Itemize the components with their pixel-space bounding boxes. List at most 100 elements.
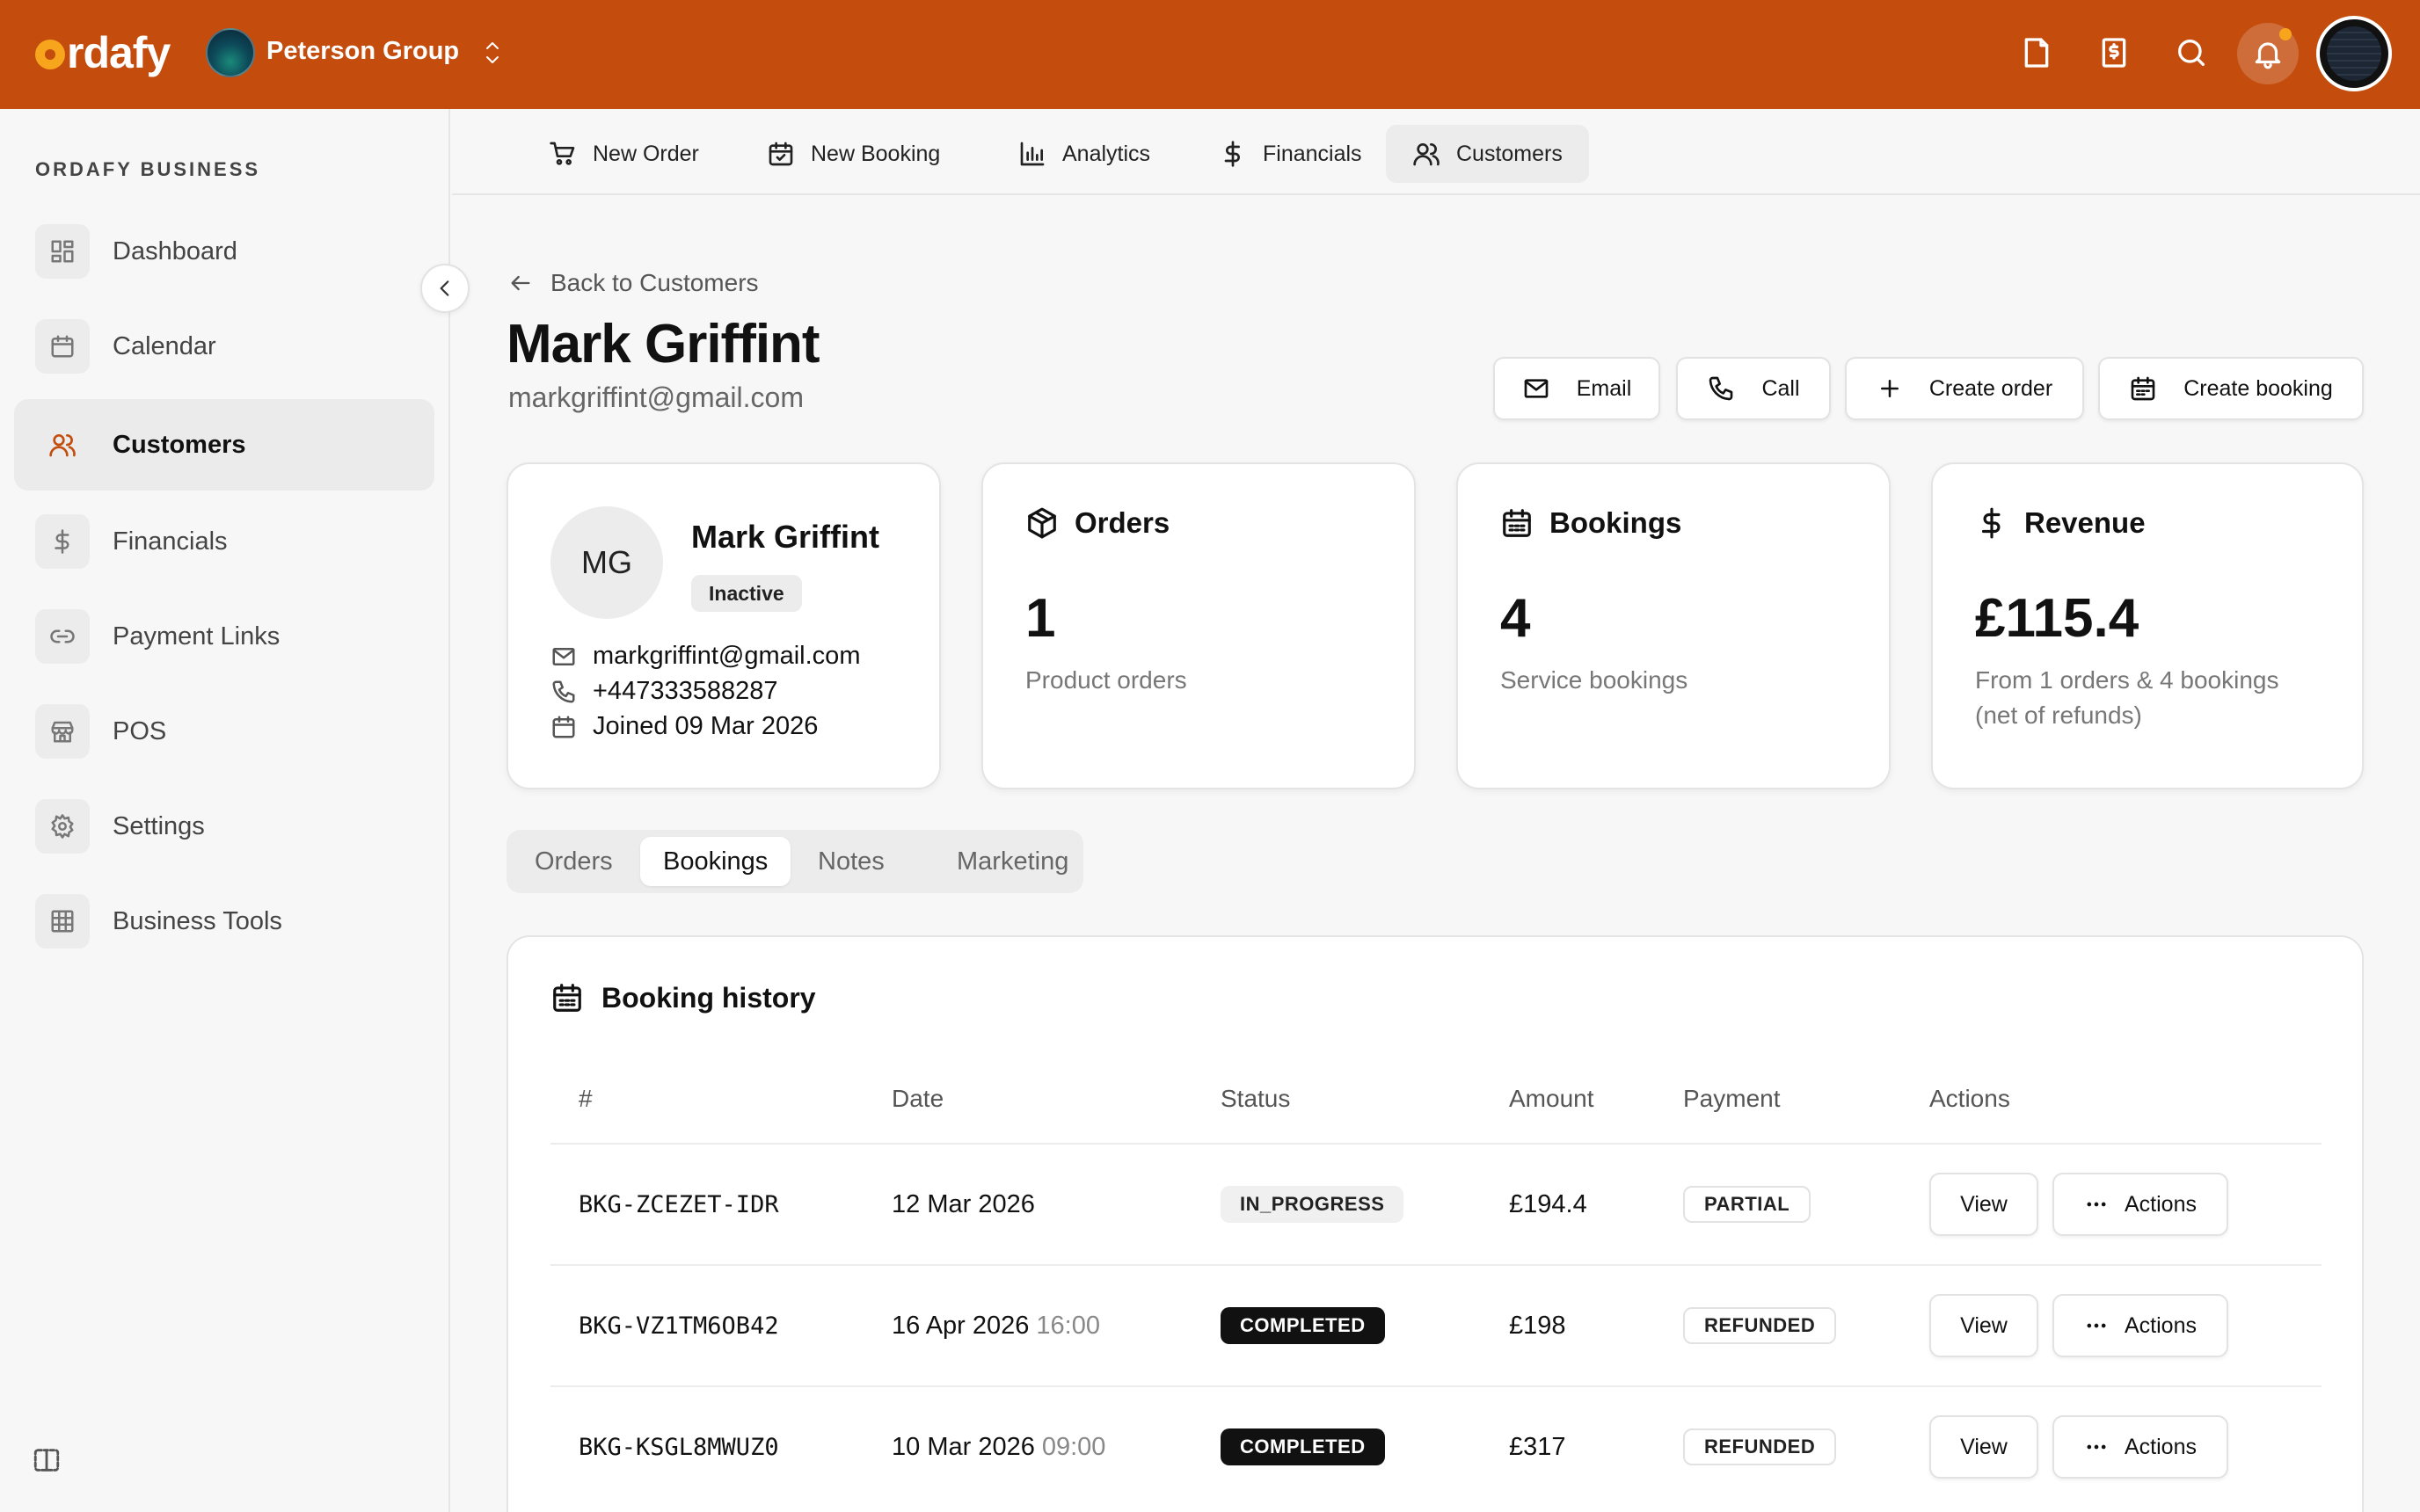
orders-count: 1	[1025, 588, 1056, 649]
users-icon	[35, 418, 90, 472]
sidebar-item-dashboard[interactable]: Dashboard	[14, 206, 434, 297]
booking-amount: £317	[1509, 1432, 1566, 1461]
tab-orders[interactable]: Orders	[512, 837, 636, 886]
revenue-card-title-text: Revenue	[2024, 506, 2146, 539]
subnav-analytics[interactable]: Analytics	[992, 125, 1177, 183]
sidebar-item-label: Business Tools	[113, 906, 282, 935]
sidebar-item-business-tools[interactable]: Business Tools	[14, 876, 434, 967]
org-name[interactable]: Peterson Group	[266, 37, 459, 66]
call-button[interactable]: Call	[1676, 357, 1831, 420]
view-button[interactable]: View	[1929, 1173, 2038, 1236]
row-actions-label: Actions	[2125, 1312, 2197, 1338]
row-actions-button[interactable]: Actions	[2052, 1294, 2228, 1357]
booking-payment: REFUNDED	[1683, 1387, 1837, 1507]
page-subtitle: markgriffint@gmail.com	[508, 382, 804, 413]
view-button-label: View	[1960, 1434, 2008, 1459]
view-button-label: View	[1960, 1312, 2008, 1338]
ordafy-logo[interactable]: rdafy	[35, 25, 171, 81]
chevron-up-down-icon[interactable]	[480, 37, 505, 69]
tab-notes[interactable]: Notes	[795, 837, 908, 886]
dashboard-icon	[35, 224, 90, 279]
revenue-description-line: (net of refunds)	[1975, 701, 2142, 729]
sidebar-item-settings[interactable]: Settings	[14, 781, 434, 872]
logo-mark-icon	[35, 40, 65, 69]
calendar-icon	[1503, 509, 1531, 537]
email-button[interactable]: Email	[1493, 357, 1660, 420]
booking-payment: PARTIAL	[1683, 1145, 1811, 1264]
profile-phone-text: +447333588287	[593, 677, 778, 705]
row-actions-button[interactable]: Actions	[2052, 1173, 2228, 1236]
view-button[interactable]: View	[1929, 1294, 2038, 1357]
user-avatar[interactable]	[2316, 16, 2392, 91]
bell-icon	[2255, 42, 2281, 69]
status-badge: IN_PROGRESS	[1221, 1186, 1404, 1223]
subnav-new-booking[interactable]: New Booking	[740, 125, 966, 183]
profile-phone[interactable]: +447333588287	[550, 677, 777, 706]
booking-id[interactable]: BKG-VZ1TM6OB42	[579, 1266, 779, 1385]
collapse-sidebar-button[interactable]	[420, 264, 470, 313]
booking-history-card: Booking history # Date Status Amount Pay…	[507, 935, 2364, 1512]
subnav-financials[interactable]: Financials	[1192, 125, 1389, 183]
document-icon[interactable]	[2015, 32, 2058, 74]
tab-marketing[interactable]: Marketing	[934, 837, 1091, 886]
orders-card-title-text: Orders	[1075, 506, 1170, 539]
sidebar-item-payment-links[interactable]: Payment Links	[14, 591, 434, 682]
bookings-card-title: Bookings	[1500, 506, 1681, 540]
phone-icon	[1709, 376, 1733, 401]
booking-id[interactable]: BKG-KSGL8MWUZ0	[579, 1387, 779, 1507]
subnav-customers[interactable]: Customers	[1386, 125, 1589, 183]
calendar-icon	[2131, 376, 2155, 401]
sidebar-item-customers[interactable]: Customers	[14, 399, 434, 491]
subnav-label: Customers	[1456, 141, 1563, 166]
booking-history-title: Booking history	[550, 981, 816, 1014]
mail-icon	[552, 647, 575, 665]
sidebar-item-calendar[interactable]: Calendar	[14, 301, 434, 392]
booking-time: 09:00	[1041, 1432, 1106, 1461]
calendar-check-icon	[769, 142, 793, 166]
receipt-icon[interactable]	[2093, 32, 2135, 74]
create-order-button[interactable]: Create order	[1845, 357, 2084, 420]
cart-icon	[550, 142, 575, 165]
search-icon[interactable]	[2170, 32, 2212, 74]
plus-icon	[1880, 380, 1899, 397]
profile-email[interactable]: markgriffint@gmail.com	[550, 642, 860, 671]
profile-joined-text: Joined 09 Mar 2026	[593, 712, 819, 740]
profile-name: Mark Griffint	[691, 519, 880, 555]
call-button-label: Call	[1761, 375, 1800, 401]
sidebar-item-financials[interactable]: Financials	[14, 496, 434, 587]
column-header-amount: Amount	[1509, 1085, 1594, 1112]
view-button[interactable]: View	[1929, 1415, 2038, 1479]
booking-amount: £194.4	[1509, 1189, 1587, 1218]
bookings-description: Service bookings	[1500, 666, 1688, 694]
booking-status: IN_PROGRESS	[1221, 1145, 1404, 1264]
payment-badge: REFUNDED	[1683, 1307, 1837, 1344]
revenue-description-line: From 1 orders & 4 bookings	[1975, 666, 2279, 694]
subnav-new-order[interactable]: New Order	[522, 125, 725, 183]
create-booking-button[interactable]: Create booking	[2098, 357, 2364, 420]
row-actions-button[interactable]: Actions	[2052, 1415, 2228, 1479]
arrow-left-icon	[511, 275, 530, 291]
revenue-amount: £115.4	[1975, 588, 2139, 649]
column-header-id: #	[579, 1085, 593, 1112]
orders-card-title: Orders	[1025, 506, 1170, 540]
gear-icon	[35, 799, 90, 854]
booking-date-text: 10 Mar 2026	[892, 1432, 1035, 1461]
sidebar-toggle-icon[interactable]	[32, 1445, 62, 1475]
back-link-label: Back to Customers	[550, 269, 759, 296]
status-badge: Inactive	[691, 575, 802, 612]
notifications-button[interactable]	[2237, 23, 2299, 84]
table-row: BKG-VZ1TM6OB42 16 Apr 2026 16:00 COMPLET…	[550, 1264, 2322, 1385]
calendar-icon	[35, 319, 90, 374]
link-icon	[35, 609, 90, 664]
revenue-card-title: Revenue	[1975, 506, 2146, 540]
back-to-customers-link[interactable]: Back to Customers	[508, 269, 759, 297]
booking-status: COMPLETED	[1221, 1387, 1385, 1507]
org-avatar[interactable]	[206, 28, 255, 77]
column-header-status: Status	[1221, 1085, 1291, 1112]
store-icon	[35, 704, 90, 759]
sidebar-item-pos[interactable]: POS	[14, 686, 434, 777]
tab-bookings[interactable]: Bookings	[640, 837, 791, 886]
view-button-label: View	[1960, 1191, 2008, 1217]
booking-id[interactable]: BKG-ZCEZET-IDR	[579, 1145, 779, 1264]
column-header-payment: Payment	[1683, 1085, 1781, 1112]
